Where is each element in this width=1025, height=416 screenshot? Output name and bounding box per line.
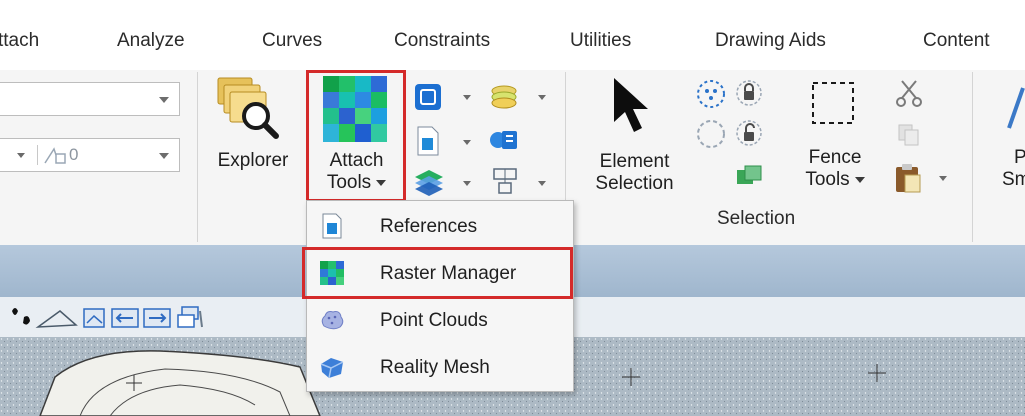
- clipped-label-line1: P: [1014, 147, 1025, 168]
- reference-display-icon[interactable]: [413, 82, 443, 112]
- chevron-down-icon[interactable]: [463, 140, 471, 145]
- explorer-icon: [217, 77, 279, 139]
- chevron-down-icon: [159, 97, 169, 103]
- hierarchy-icon[interactable]: [492, 167, 518, 195]
- select-all-icon[interactable]: [695, 78, 727, 110]
- smart-tool-icon[interactable]: [995, 84, 1025, 130]
- copy-icon[interactable]: [896, 122, 922, 148]
- tab-constraints[interactable]: Constraints: [394, 30, 490, 52]
- chevron-down-icon: [159, 153, 169, 159]
- level-display-dropdown[interactable]: [0, 82, 180, 116]
- explorer-button[interactable]: Explorer: [203, 74, 303, 184]
- references-icon: [322, 213, 342, 239]
- tab-content[interactable]: Content: [923, 30, 990, 52]
- menu-item-label: References: [380, 216, 478, 237]
- select-none-icon[interactable]: [695, 118, 727, 150]
- attach-tools-highlight: [306, 70, 406, 202]
- line-weight-value: 0: [69, 145, 79, 164]
- element-selection-button[interactable]: Element Selection: [577, 74, 692, 199]
- lock-icon[interactable]: [735, 78, 763, 108]
- explorer-label: Explorer: [217, 150, 289, 171]
- element-selection-label-line2: Selection: [595, 173, 674, 194]
- chevron-down-icon[interactable]: [463, 181, 471, 186]
- level-weight-dropdown[interactable]: 0: [0, 138, 180, 172]
- view-tools-icons[interactable]: [4, 301, 324, 335]
- line-weight-icon: [44, 147, 66, 164]
- raster-manager-highlight: [302, 247, 573, 299]
- unlock-icon[interactable]: [735, 118, 763, 148]
- ribbon-tab-bar: ttach Analyze Curves Constraints Utiliti…: [0, 0, 1025, 70]
- fence-icon: [812, 82, 854, 124]
- arrow-cursor-icon: [614, 78, 648, 132]
- point-clouds-icon: [321, 311, 344, 330]
- chevron-down-icon[interactable]: [538, 95, 546, 100]
- chevron-down-icon[interactable]: [939, 176, 947, 181]
- clipped-label-line2: Sm: [1002, 169, 1025, 190]
- tab-attach[interactable]: ttach: [0, 30, 39, 52]
- tab-drawing-aids[interactable]: Drawing Aids: [715, 30, 826, 52]
- selection-group-label: Selection: [717, 208, 796, 229]
- fence-tools-button[interactable]: Fence Tools: [790, 74, 880, 199]
- fence-tools-label-line1: Fence: [808, 147, 862, 168]
- tab-utilities[interactable]: Utilities: [570, 30, 631, 52]
- copy-selection-icon[interactable]: [735, 164, 763, 188]
- tab-curves[interactable]: Curves: [262, 30, 322, 52]
- layers-icon[interactable]: [488, 83, 520, 109]
- fence-tools-label-line2: Tools: [790, 169, 880, 191]
- tab-analyze[interactable]: Analyze: [117, 30, 185, 52]
- menu-item-label: Reality Mesh: [380, 357, 490, 378]
- menu-item-label: Point Clouds: [380, 310, 488, 331]
- group-separator: [972, 72, 973, 242]
- chevron-down-icon[interactable]: [538, 181, 546, 186]
- menu-item-point-clouds[interactable]: Point Clouds: [307, 297, 573, 343]
- element-selection-label-line1: Element: [599, 151, 670, 172]
- paste-icon[interactable]: [893, 162, 923, 194]
- document-icon[interactable]: [416, 126, 440, 156]
- cut-icon[interactable]: [894, 78, 924, 108]
- model-info-icon[interactable]: [489, 126, 519, 154]
- group-separator: [197, 72, 198, 242]
- menu-item-reality-mesh[interactable]: Reality Mesh: [307, 344, 573, 390]
- attach-layers-icon[interactable]: [413, 167, 445, 197]
- chevron-down-icon: [17, 153, 25, 158]
- reality-mesh-icon: [320, 358, 344, 379]
- chevron-down-icon[interactable]: [463, 95, 471, 100]
- menu-item-references[interactable]: References: [307, 203, 573, 249]
